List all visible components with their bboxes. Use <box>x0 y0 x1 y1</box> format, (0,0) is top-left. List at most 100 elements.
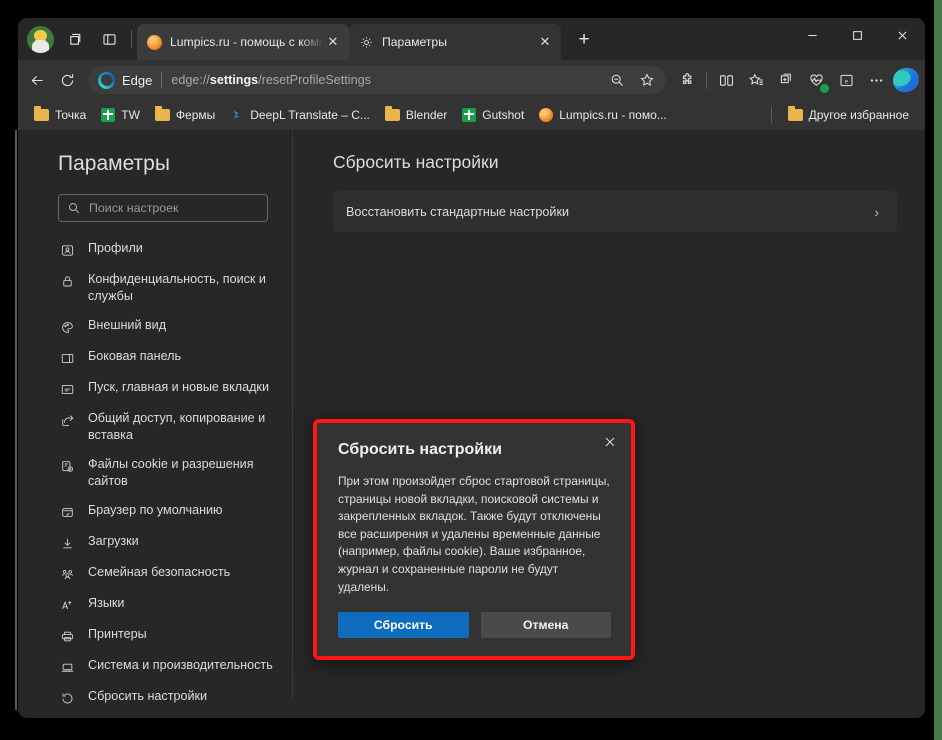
sidebar-item-phone-devices[interactable]: Телефон и другие устройства <box>18 713 292 718</box>
tab-settings[interactable]: Параметры ✕ <box>349 24 561 60</box>
bookmark-label: DeepL Translate – C... <box>250 108 370 122</box>
page-title: Параметры <box>58 152 170 175</box>
sidebar-item-label: Пуск, главная и новые вкладки <box>88 380 269 394</box>
split-screen-icon[interactable] <box>711 65 741 95</box>
extensions-icon[interactable] <box>672 65 702 95</box>
tab-strip: Lumpics.ru - помощь с компьютером ✕ Пара… <box>18 18 925 60</box>
ie-mode-icon[interactable]: e <box>831 65 861 95</box>
performance-status-badge <box>820 84 829 93</box>
sidebar-item-label: Браузер по умолчанию <box>88 503 223 517</box>
languages-icon <box>58 596 76 614</box>
sidebar-item-default-browser[interactable]: Браузер по умолчанию <box>18 496 292 527</box>
tab-close-icon[interactable]: ✕ <box>323 32 343 52</box>
sidebar-item-label: Семейная безопасность <box>88 565 231 579</box>
browser-essentials-icon[interactable] <box>771 65 801 95</box>
new-tab-button[interactable]: + <box>569 25 599 55</box>
bookmark-label: TW <box>121 108 140 122</box>
laptop-icon <box>58 658 76 676</box>
settings-page: Параметры Профили <box>18 130 925 703</box>
url-bold: settings <box>209 73 259 87</box>
sidebar-item-cookies-permissions[interactable]: Файлы cookie и разрешения сайтов <box>18 450 292 496</box>
printer-icon <box>58 627 76 645</box>
dialog-close-icon[interactable] <box>599 431 621 453</box>
deepl-icon <box>230 108 244 122</box>
bookmark-label: Blender <box>405 108 448 122</box>
search-settings-box[interactable] <box>58 194 268 222</box>
url-prefix: edge:// <box>171 73 210 87</box>
person-card-icon <box>58 241 76 259</box>
sheet-icon <box>462 108 477 122</box>
sidebar-item-appearance[interactable]: Внешний вид <box>18 311 292 342</box>
vertical-tabs-icon[interactable] <box>92 22 126 56</box>
bookmarks-overflow-area: Другое избранное <box>770 104 915 126</box>
restore-defaults-label: Восстановить стандартные настройки <box>346 204 569 219</box>
zoom-out-icon[interactable] <box>602 65 632 95</box>
search-input[interactable] <box>89 201 259 215</box>
minimize-button[interactable] <box>790 18 835 52</box>
settings-more-icon[interactable] <box>861 65 891 95</box>
folder-icon <box>34 106 49 121</box>
dialog-body-text: При этом произойдет сброс стартовой стра… <box>338 474 610 594</box>
sidebar-item-languages[interactable]: Языки <box>18 589 292 620</box>
tab-close-icon[interactable]: ✕ <box>535 32 555 52</box>
sidebar-item-label: Языки <box>88 596 125 610</box>
favorite-star-icon[interactable] <box>632 65 662 95</box>
dialog-title: Сбросить настройки <box>338 441 502 458</box>
folder-icon <box>384 106 400 121</box>
tab-stack-icon[interactable] <box>58 22 92 56</box>
settings-nav-list: Профили Конфиденциальность, поиск и служ… <box>18 234 292 718</box>
performance-heart-icon[interactable] <box>801 65 831 95</box>
sidebar-item-label: Боковая панель <box>88 349 182 363</box>
refresh-button[interactable] <box>52 65 82 95</box>
background-window-edge <box>15 130 17 710</box>
address-bar[interactable]: Edge edge://settings/resetProfileSetting… <box>88 66 666 94</box>
tab-title: Lumpics.ru - помощь с компьютером <box>170 35 323 49</box>
window-controls <box>790 18 925 52</box>
sidebar-item-reset-settings[interactable]: Сбросить настройки <box>18 682 292 713</box>
sidebar-item-share-copy-paste[interactable]: Общий доступ, копирование и вставка <box>18 404 292 450</box>
maximize-button[interactable] <box>835 18 880 52</box>
bookmark-label: Gutshot <box>482 108 525 122</box>
bookmark-item[interactable]: Lumpics.ru - помо... <box>533 104 672 126</box>
profile-avatar[interactable] <box>27 26 54 53</box>
folder-icon <box>787 106 803 121</box>
sidebar-item-downloads[interactable]: Загрузки <box>18 527 292 558</box>
collections-icon[interactable] <box>741 65 771 95</box>
orange-circle-icon <box>539 108 554 122</box>
bookmark-item[interactable]: Фермы <box>149 104 221 126</box>
sidebar-item-privacy[interactable]: Конфиденциальность, поиск и службы <box>18 265 292 311</box>
other-favorites-button[interactable]: Другое избранное <box>782 104 915 126</box>
sidebar-item-start-home[interactable]: Пуск, главная и новые вкладки <box>18 373 292 404</box>
settings-sidebar: Параметры Профили <box>18 130 293 703</box>
copilot-icon[interactable] <box>891 66 921 94</box>
bookmark-item[interactable]: Blender <box>379 104 453 126</box>
tab-lumpics[interactable]: Lumpics.ru - помощь с компьютером ✕ <box>137 24 349 60</box>
content-title: Сбросить настройки <box>333 152 499 172</box>
bookmark-item[interactable]: DeepL Translate – C... <box>224 104 376 126</box>
bookmark-item[interactable]: TW <box>95 104 146 126</box>
toolbar-divider <box>706 71 707 89</box>
reset-confirm-button[interactable]: Сбросить <box>338 612 469 639</box>
back-button[interactable] <box>22 65 52 95</box>
url-suffix: /resetProfileSettings <box>258 73 371 87</box>
family-safety-icon <box>58 565 76 583</box>
sidebar-item-label: Конфиденциальность, поиск и службы <box>88 272 266 303</box>
edge-brand-label: Edge <box>122 72 153 88</box>
sidebar-item-system-performance[interactable]: Система и производительность <box>18 651 292 682</box>
chevron-right-icon: › <box>874 203 879 220</box>
sidebar-item-profiles[interactable]: Профили <box>18 234 292 265</box>
sidebar-item-label: Загрузки <box>88 534 139 548</box>
reset-cancel-button[interactable]: Отмена <box>480 612 611 639</box>
sidebar-item-family-safety[interactable]: Семейная безопасность <box>18 558 292 589</box>
sidebar-item-sidebar-panel[interactable]: Боковая панель <box>18 342 292 373</box>
close-window-button[interactable] <box>880 18 925 52</box>
edge-logo-icon <box>98 71 115 89</box>
sidebar-panel-icon <box>58 349 76 367</box>
share-icon <box>58 411 76 429</box>
bookmarks-bar: Точка TW Фермы DeepL Translate – C... Bl… <box>18 100 925 130</box>
sidebar-item-printers[interactable]: Принтеры <box>18 620 292 651</box>
restore-defaults-row[interactable]: Восстановить стандартные настройки › <box>333 191 897 232</box>
bookmark-item[interactable]: Gutshot <box>456 104 530 126</box>
bookmark-item[interactable]: Точка <box>28 104 92 126</box>
svg-text:e: e <box>844 77 847 85</box>
